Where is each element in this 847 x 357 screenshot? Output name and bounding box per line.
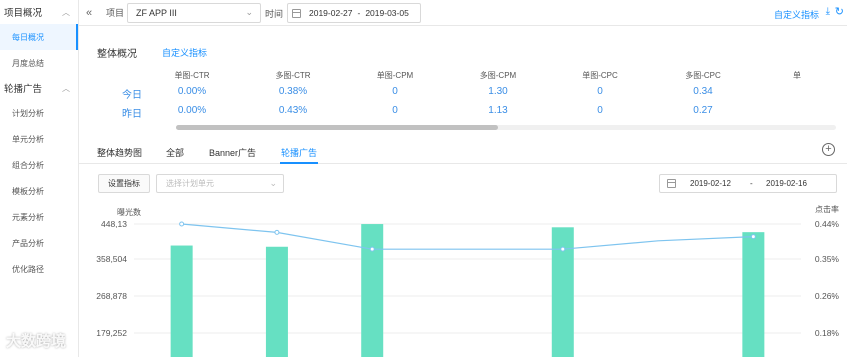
watermark: 大数跨境 [6,333,67,350]
tab-carousel[interactable]: 轮播广告 [281,146,317,159]
right-tick-label: 0.44% [815,219,840,229]
metric-value: 0 [597,86,603,97]
sidebar-group-label: 轮播广告 [4,84,43,95]
overview-custom-link[interactable]: 自定义指标 [162,46,207,59]
project-select[interactable]: ZF APP III ⌄ [127,3,261,23]
scrollbar-thumb[interactable] [176,125,498,130]
bar [742,232,765,357]
bar [265,246,288,357]
metric-column-header: 单图-CTR [174,71,210,80]
metric-column-header: 单 [793,71,801,80]
left-tick-label: 268,878 [96,291,127,301]
refresh-icon[interactable]: ↻ [835,5,844,18]
sidebar-group-1[interactable]: 轮播广告 ︿ [0,76,78,100]
sidebar-item[interactable]: 组合分析 [0,152,78,178]
chart-date-range-picker[interactable]: 2019-02-12 - 2019-02-16 [659,174,837,193]
calendar-icon [667,179,676,188]
metric-value: 0.43% [278,105,308,116]
metric-value: 0.38% [278,86,308,97]
top-toolbar: « 项目 ZF APP III ⌄ 时间 2019-02-27 - 2019-0… [79,0,847,26]
sidebar-item[interactable]: 元素分析 [0,204,78,230]
right-tick-label: 0.26% [815,291,840,301]
date-separator: - [357,8,361,18]
overview-title: 整体概况 [97,49,137,60]
metrics-row-yesterday: 昨日 0.00% 0.43% 0 1.13 0 0.27 [97,105,837,120]
metrics-table: 单图-CTR 多图-CTR 单图-CPM 多图-CPM 单图-CPC 多图-CPC 单 今日… [97,70,837,120]
sidebar-item[interactable]: 计划分析 [0,100,78,126]
line-point [750,234,756,240]
chart-date-start: 2019-02-12 [690,179,731,188]
metric-value: 0.00% [177,86,207,97]
trend-tabs: 整体趋势图 全部 Banner广告 轮播广告 + [79,138,847,164]
chevron-down-icon: ⌄ [269,178,277,188]
sidebar-group-label: 项目概况 [4,8,43,19]
chevron-up-icon: ︿ [62,83,70,93]
sidebar-item[interactable]: 产品分析 [0,230,78,256]
series-line [181,223,754,250]
chevron-up-icon: ︿ [62,7,70,17]
bar [361,224,384,357]
line-point [179,221,185,227]
sidebar-item[interactable]: 优化路径 [0,256,78,282]
plan-unit-placeholder: 选择计划单元 [166,179,214,188]
metric-value: 1.13 [488,105,508,116]
metrics-row-today: 今日 0.00% 0.38% 0 1.30 0 0.34 [97,86,837,101]
metric-column-header: 多图-CPC [685,71,721,80]
trend-chart: 曝光数 点击率 448,13 0.44% 358,504 0.35% 268,878 0.26… [96,204,840,357]
chart-date-end: 2019-02-16 [766,179,807,188]
metric-value: 0 [597,105,603,116]
right-tick-label: 0.18% [815,328,840,338]
right-axis-label: 点击率 [815,204,839,214]
bar [170,245,193,357]
chart-date-separator: - [750,179,753,188]
calendar-icon [292,8,301,18]
left-tick-label: 448,13 [101,219,127,229]
sidebar-item[interactable]: 每日概况 [0,24,78,50]
active-tab-indicator [280,162,318,164]
sidebar-item[interactable]: 单元分析 [0,126,78,152]
plan-unit-select[interactable]: 选择计划单元 ⌄ [156,174,284,193]
custom-metrics-link[interactable]: 自定义指标 [774,8,819,21]
line-point [274,229,280,235]
collapse-sidebar-icon[interactable]: « [80,7,98,19]
download-icon[interactable]: ⤓ [826,6,830,17]
horizontal-scrollbar[interactable] [176,125,836,130]
metric-value: 0 [392,86,398,97]
sidebar-group-0[interactable]: 项目概况 ︿ [0,0,78,24]
metrics-header-row: 单图-CTR 多图-CTR 单图-CPM 多图-CPM 单图-CPC 多图-CPC 单 [97,70,837,84]
metric-value: 1.30 [488,86,508,97]
metric-column-header: 多图-CTR [275,71,311,80]
date-start: 2019-02-27 [309,8,353,18]
metric-value: 0.00% [177,105,207,116]
metric-column-header: 单图-CPC [582,71,618,80]
left-tick-label: 358,504 [96,254,127,264]
trend-title: 整体趋势图 [97,148,143,158]
metric-value: 0.34 [693,86,713,97]
metric-column-header: 单图-CPM [376,71,414,80]
tab-all[interactable]: 全部 [166,146,184,159]
line-point [369,246,375,252]
chevron-down-icon: ⌄ [245,7,253,17]
line-point [560,246,566,252]
sidebar-item[interactable]: 月度总结 [0,50,78,76]
set-metrics-button[interactable]: 设置指标 [98,174,150,193]
tab-banner[interactable]: Banner广告 [209,146,256,159]
sidebar: 项目概况 ︿ 每日概况 月度总结轮播广告 ︿ 计划分析 单元分析 组合分析 模板分析 元素分析 产品… [0,0,79,357]
left-tick-label: 179,252 [96,328,127,338]
add-icon[interactable]: + [822,143,835,156]
date-end: 2019-03-05 [365,8,409,18]
metric-column-header: 多图-CPM [479,71,517,80]
sidebar-item[interactable]: 模板分析 [0,178,78,204]
metric-value: 0 [392,105,398,116]
right-tick-label: 0.35% [815,254,840,264]
project-select-value: ZF APP III [136,8,177,18]
date-range-picker[interactable]: 2019-02-27 - 2019-03-05 [287,3,421,23]
time-label: 时间 [265,9,284,19]
metric-value: 0.27 [693,105,713,116]
left-axis-label: 曝光数 [117,207,141,217]
project-label: 项目 [106,8,125,18]
